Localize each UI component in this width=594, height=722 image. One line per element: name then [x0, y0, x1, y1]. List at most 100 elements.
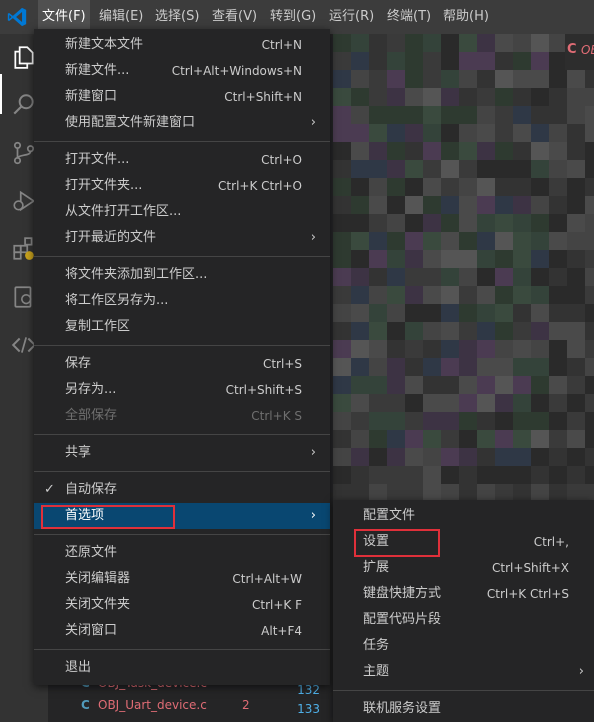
mosaic-tile: [513, 160, 531, 178]
mosaic-tile: [369, 376, 387, 394]
mosaic-tile: [441, 178, 459, 196]
menu-item-new-window-with-profile[interactable]: 使用配置文件新建窗口 ›: [34, 110, 330, 136]
mosaic-tile: [477, 232, 495, 250]
mosaic-tile: [441, 232, 459, 250]
mosaic-tile: [459, 376, 477, 394]
menu-item-open-file[interactable]: 打开文件... Ctrl+O: [34, 147, 330, 173]
menu-item-close-window[interactable]: 关闭窗口 Alt+F4: [34, 618, 330, 644]
mosaic-tile: [459, 412, 477, 430]
mosaic-tile: [369, 394, 387, 412]
mosaic-tile: [531, 376, 549, 394]
mosaic-tile: [549, 88, 567, 106]
mosaic-tile: [387, 268, 405, 286]
mosaic-tile: [513, 448, 531, 466]
editor-tab-label[interactable]: OBJ: [581, 43, 594, 57]
mosaic-tile: [495, 214, 513, 232]
menu-separator: [34, 471, 330, 472]
mosaic-tile: [351, 34, 369, 52]
menu-item-revert-file[interactable]: 还原文件: [34, 540, 330, 566]
menu-item-close-editor[interactable]: 关闭编辑器 Ctrl+Alt+W: [34, 566, 330, 592]
mosaic-tile: [351, 340, 369, 358]
menu-item-auto-save[interactable]: ✓ 自动保存: [34, 477, 330, 503]
menu-item-new-window[interactable]: 新建窗口 Ctrl+Shift+N: [34, 84, 330, 110]
mosaic-tile: [531, 124, 549, 142]
submenu-item-profiles[interactable]: 配置文件: [333, 503, 594, 529]
menu-item-open-workspace-from-file[interactable]: 从文件打开工作区...: [34, 199, 330, 225]
menubar-terminal[interactable]: 终端(T): [383, 0, 435, 34]
menu-item-new-file[interactable]: 新建文件... Ctrl+Alt+Windows+N: [34, 58, 330, 84]
menu-item-save[interactable]: 保存 Ctrl+S: [34, 351, 330, 377]
mosaic-tile: [495, 196, 513, 214]
mosaic-tile: [387, 124, 405, 142]
mosaic-tile: [333, 196, 351, 214]
problem-count-badge: 2: [242, 698, 250, 712]
menu-item-new-text-file[interactable]: 新建文本文件 Ctrl+N: [34, 32, 330, 58]
mosaic-tile: [333, 160, 351, 178]
mosaic-tile: [369, 214, 387, 232]
c-file-icon: C: [567, 42, 577, 57]
mosaic-tile: [477, 70, 495, 88]
menu-item-save-as[interactable]: 另存为... Ctrl+Shift+S: [34, 377, 330, 403]
mosaic-tile: [423, 376, 441, 394]
mosaic-tile: [495, 88, 513, 106]
menu-item-open-folder[interactable]: 打开文件夹... Ctrl+K Ctrl+O: [34, 173, 330, 199]
mosaic-tile: [567, 304, 585, 322]
mosaic-tile: [369, 250, 387, 268]
menubar-help[interactable]: 帮助(H): [439, 0, 493, 34]
vscode-logo-icon[interactable]: [6, 6, 28, 28]
menu-item-exit[interactable]: 退出: [34, 655, 330, 681]
mosaic-tile: [459, 160, 477, 178]
mosaic-tile: [369, 196, 387, 214]
mosaic-tile: [567, 340, 585, 358]
mosaic-tile: [441, 214, 459, 232]
submenu-item-configure-snippets[interactable]: 配置代码片段: [333, 607, 594, 633]
mosaic-tile: [585, 286, 594, 304]
mosaic-tile: [531, 214, 549, 232]
menu-item-save-workspace-as[interactable]: 将工作区另存为...: [34, 288, 330, 314]
mosaic-tile: [513, 286, 531, 304]
mosaic-tile: [369, 412, 387, 430]
submenu-item-keyboard-shortcuts[interactable]: 键盘快捷方式 Ctrl+K Ctrl+S: [333, 581, 594, 607]
mosaic-tile: [351, 250, 369, 268]
mosaic-tile: [585, 178, 594, 196]
mosaic-tile: [387, 448, 405, 466]
menu-item-close-folder[interactable]: 关闭文件夹 Ctrl+K F: [34, 592, 330, 618]
mosaic-tile: [387, 214, 405, 232]
mosaic-tile: [567, 322, 585, 340]
mosaic-tile: [531, 232, 549, 250]
mosaic-tile: [369, 268, 387, 286]
mosaic-tile: [531, 322, 549, 340]
mosaic-tile: [405, 232, 423, 250]
mosaic-tile: [405, 88, 423, 106]
mosaic-tile: [495, 448, 513, 466]
menubar-run[interactable]: 运行(R): [325, 0, 378, 34]
menu-item-open-recent[interactable]: 打开最近的文件 ›: [34, 225, 330, 251]
submenu-item-tasks[interactable]: 任务: [333, 633, 594, 659]
mosaic-tile: [351, 232, 369, 250]
mosaic-tile: [405, 430, 423, 448]
mosaic-tile: [351, 160, 369, 178]
mosaic-tile: [441, 124, 459, 142]
mosaic-tile: [423, 142, 441, 160]
mosaic-tile: [441, 394, 459, 412]
mosaic-tile: [387, 250, 405, 268]
menu-item-share[interactable]: 共享 ›: [34, 440, 330, 466]
mosaic-tile: [495, 358, 513, 376]
mosaic-tile: [549, 286, 567, 304]
mosaic-tile: [351, 376, 369, 394]
mosaic-tile: [513, 106, 531, 124]
mosaic-tile: [495, 232, 513, 250]
mosaic-tile: [477, 34, 495, 52]
mosaic-tile: [369, 160, 387, 178]
submenu-item-online-services-settings[interactable]: 联机服务设置: [333, 696, 594, 722]
mosaic-tile: [585, 232, 594, 250]
submenu-item-extensions[interactable]: 扩展 Ctrl+Shift+X: [333, 555, 594, 581]
menu-separator: [34, 649, 330, 650]
mosaic-tile: [441, 358, 459, 376]
mosaic-tile: [549, 448, 567, 466]
submenu-item-themes[interactable]: 主题 ›: [333, 659, 594, 685]
mosaic-tile: [495, 70, 513, 88]
menu-item-duplicate-workspace[interactable]: 复制工作区: [34, 314, 330, 340]
menu-item-add-folder-to-workspace[interactable]: 将文件夹添加到工作区...: [34, 262, 330, 288]
menu-separator: [34, 345, 330, 346]
